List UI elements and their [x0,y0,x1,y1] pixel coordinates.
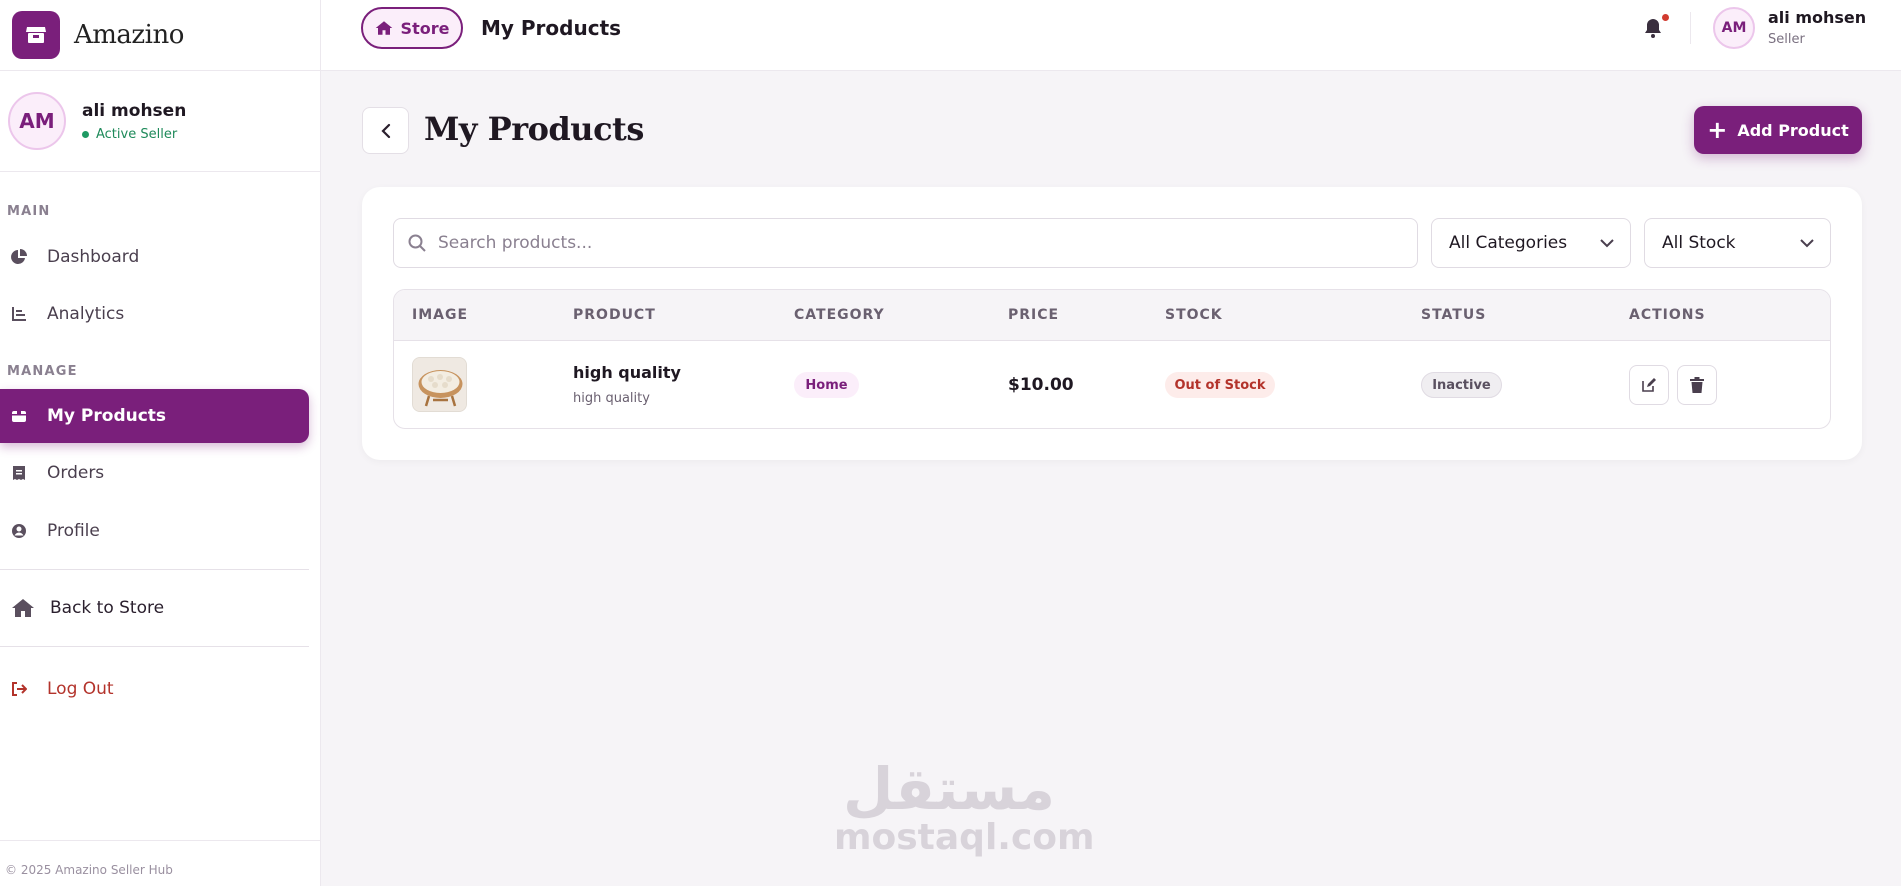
products-card: All Categories All Stock IMAGE PRODUCT C… [362,187,1862,460]
chevron-left-icon [380,123,390,138]
sidebar: Amazino AM ali mohsen Active Seller MAIN… [0,0,321,886]
column-header-stock: STOCK [1165,307,1223,323]
divider [0,569,309,570]
back-to-store-link[interactable]: Back to Store [0,581,309,635]
chevron-down-icon [1800,238,1814,247]
sidebar-item-profile[interactable]: Profile [0,504,309,558]
plus-icon: + [1707,116,1728,144]
store-button-label: Store [400,18,450,38]
user-status: Active Seller [82,127,186,142]
topbar-title: My Products [481,16,622,40]
avatar: AM [8,92,66,150]
sidebar-item-label: Analytics [47,304,125,324]
sidebar-item-analytics[interactable]: Analytics [0,287,309,341]
status-label: Active Seller [96,126,178,142]
stock-select[interactable]: All Stock [1644,218,1831,268]
delete-product-button[interactable] [1677,365,1717,405]
page-title: My Products [424,110,644,148]
edit-product-button[interactable] [1629,365,1669,405]
divider [1690,12,1691,44]
sidebar-item-orders[interactable]: Orders [0,446,309,500]
stock-select-value: All Stock [1662,233,1736,253]
topbar-user-name[interactable]: ali mohsen [1768,8,1866,27]
status-badge: Inactive [1421,372,1502,398]
product-description: high quality [573,391,650,406]
avatar[interactable]: AM [1713,7,1755,49]
divider [0,840,321,841]
back-button[interactable] [362,107,409,154]
home-icon [11,599,35,617]
sidebar-user-card: AM ali mohsen Active Seller [0,71,320,172]
sidebar-item-dashboard[interactable]: Dashboard [0,230,309,284]
category-badge: Home [794,372,859,398]
column-header-product: PRODUCT [573,307,656,323]
back-to-store-label: Back to Store [50,598,165,618]
sidebar-item-my-products[interactable]: My Products [0,389,309,443]
product-name: high quality [573,363,681,382]
sidebar-item-label: Orders [47,463,105,483]
stock-badge: Out of Stock [1165,372,1275,398]
brand-name[interactable]: Amazino [74,20,184,50]
table-header: IMAGE PRODUCT CATEGORY PRICE STOCK STATU… [394,290,1830,341]
logout-label: Log Out [47,679,114,699]
watermark-arabic: مستقل [842,755,1056,823]
category-select-value: All Categories [1449,233,1568,253]
store-button[interactable]: Store [361,7,463,49]
add-product-button[interactable]: + Add Product [1694,106,1862,154]
copyright-footer: © 2025 Amazino Seller Hub [5,863,173,877]
sidebar-item-label: My Products [47,406,167,426]
column-header-status: STATUS [1421,307,1487,323]
box-icon [11,408,27,424]
store-logo-icon[interactable] [12,11,60,59]
topbar-user-role: Seller [1768,32,1805,47]
trash-icon [1690,377,1704,393]
column-header-category: CATEGORY [794,307,885,323]
bell-icon[interactable] [1641,16,1665,40]
logout-icon [11,681,27,697]
divider [0,646,309,647]
receipt-icon [11,465,27,481]
search-input[interactable] [438,233,1388,253]
watermark: مستقل mostaql.com [834,755,1095,858]
product-thumbnail[interactable] [412,357,467,412]
column-header-image: IMAGE [412,307,469,323]
bar-chart-icon [11,306,27,322]
status-dot-icon [82,130,89,138]
product-price: $10.00 [1008,375,1074,395]
home-icon [375,21,392,35]
user-name: ali mohsen [82,100,187,121]
search-icon [408,234,426,252]
chevron-down-icon [1600,238,1614,247]
add-product-label: Add Product [1737,120,1849,140]
section-label-main: MAIN [7,204,51,219]
topbar: Store My Products AM ali mohsen Seller [321,0,1901,71]
category-select[interactable]: All Categories [1431,218,1631,268]
table-row: high quality high quality Home $10.00 Ou… [394,341,1830,428]
brand: Amazino [0,0,320,71]
logout-button[interactable]: Log Out [0,662,309,716]
products-table: IMAGE PRODUCT CATEGORY PRICE STOCK STATU… [393,289,1831,429]
watermark-latin: mostaql.com [834,817,1095,858]
notification-dot [1662,14,1669,21]
pie-chart-icon [11,249,27,265]
user-circle-icon [11,523,27,539]
search-box[interactable] [393,218,1418,268]
sidebar-item-label: Dashboard [47,247,140,267]
column-header-price: PRICE [1008,307,1060,323]
sidebar-item-label: Profile [47,521,100,541]
chair-image [413,358,466,411]
column-header-actions: ACTIONS [1629,307,1706,323]
section-label-manage: MANAGE [7,364,78,379]
edit-icon [1642,378,1656,392]
